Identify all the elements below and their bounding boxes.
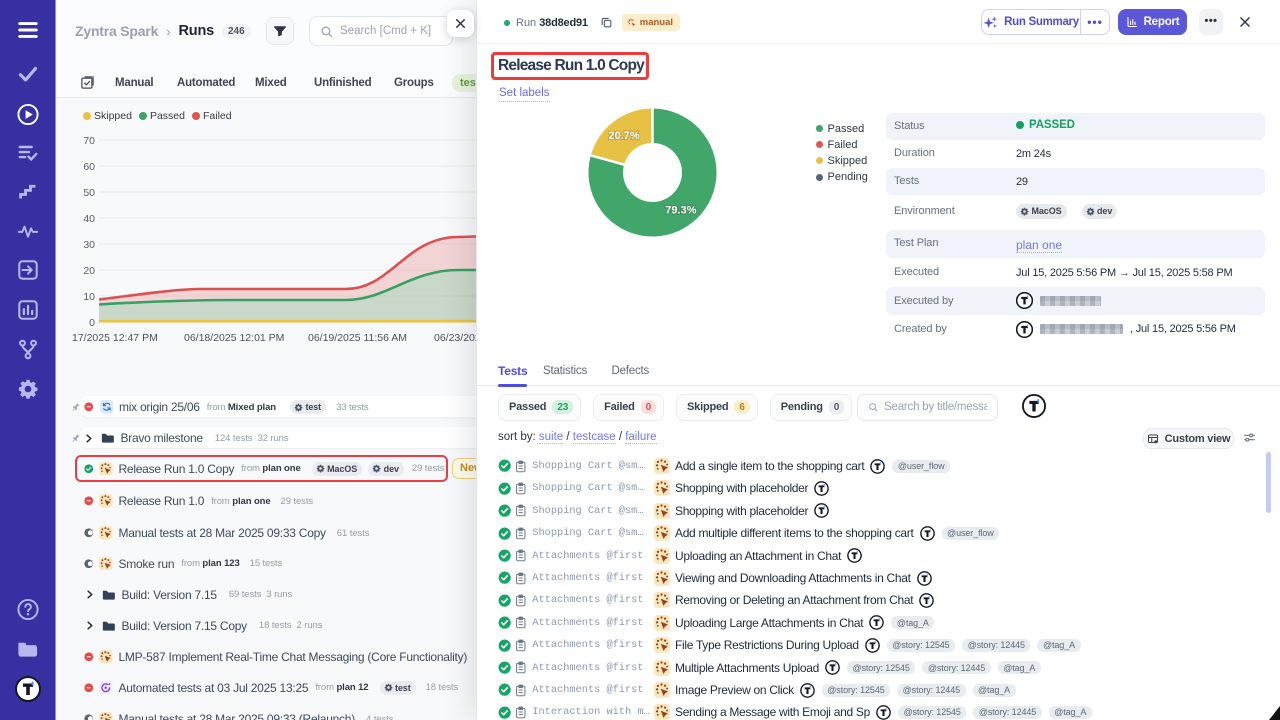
svg-text:06/19/2025 11:56 AM: 06/19/2025 11:56 AM (308, 332, 407, 344)
svg-text:10: 10 (83, 291, 95, 303)
svg-text:06/23/202: 06/23/202 (434, 332, 476, 344)
svg-text:17/2025 12:47 PM: 17/2025 12:47 PM (72, 332, 158, 344)
svg-text:20: 20 (83, 265, 95, 277)
svg-text:70: 70 (83, 135, 95, 147)
svg-text:79.3%: 79.3% (665, 205, 696, 217)
svg-text:20.7%: 20.7% (608, 130, 639, 142)
svg-text:06/18/2025 12:01 PM: 06/18/2025 12:01 PM (184, 332, 284, 344)
svg-text:30: 30 (83, 239, 95, 251)
svg-text:40: 40 (83, 213, 95, 225)
svg-text:60: 60 (83, 161, 95, 173)
svg-text:50: 50 (83, 187, 95, 199)
svg-text:0: 0 (89, 317, 95, 329)
